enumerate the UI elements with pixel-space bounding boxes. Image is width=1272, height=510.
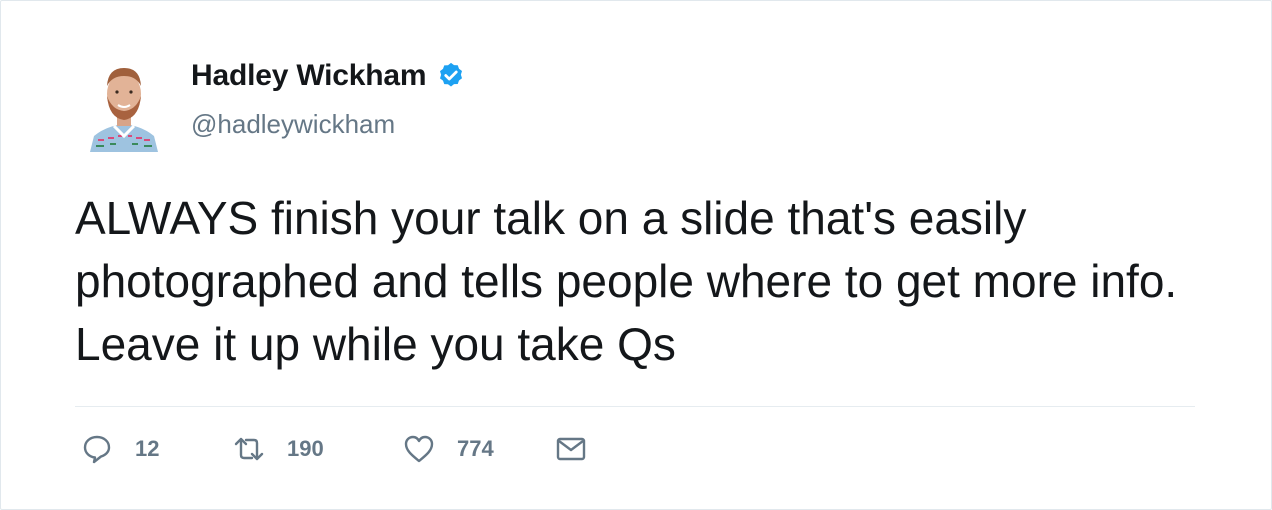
like-count: 774 — [457, 436, 494, 461]
like-icon — [404, 435, 434, 463]
tweet-text: ALWAYS finish your talk on a slide that'… — [75, 192, 1178, 370]
reply-icon — [83, 435, 111, 464]
direct-message-button[interactable] — [555, 433, 587, 465]
tweet-card: Hadley Wickham @hadleywickham ALWAYS fin… — [0, 0, 1272, 510]
avatar[interactable] — [84, 56, 164, 152]
like-button[interactable]: 774 — [403, 433, 555, 465]
verified-badge-icon — [440, 62, 463, 87]
author-handle[interactable]: @hadleywickham — [191, 109, 395, 140]
dm-icon — [556, 437, 586, 461]
author-row: Hadley Wickham — [191, 59, 466, 93]
reply-count: 12 — [135, 436, 160, 461]
divider — [75, 406, 1195, 407]
author-name[interactable]: Hadley Wickham — [191, 59, 427, 93]
retweet-count: 190 — [287, 436, 324, 461]
retweet-icon — [234, 437, 264, 461]
retweet-button[interactable]: 190 — [233, 433, 403, 465]
tweet-actions: 12 190 774 — [81, 433, 587, 465]
reply-button[interactable]: 12 — [81, 433, 233, 465]
